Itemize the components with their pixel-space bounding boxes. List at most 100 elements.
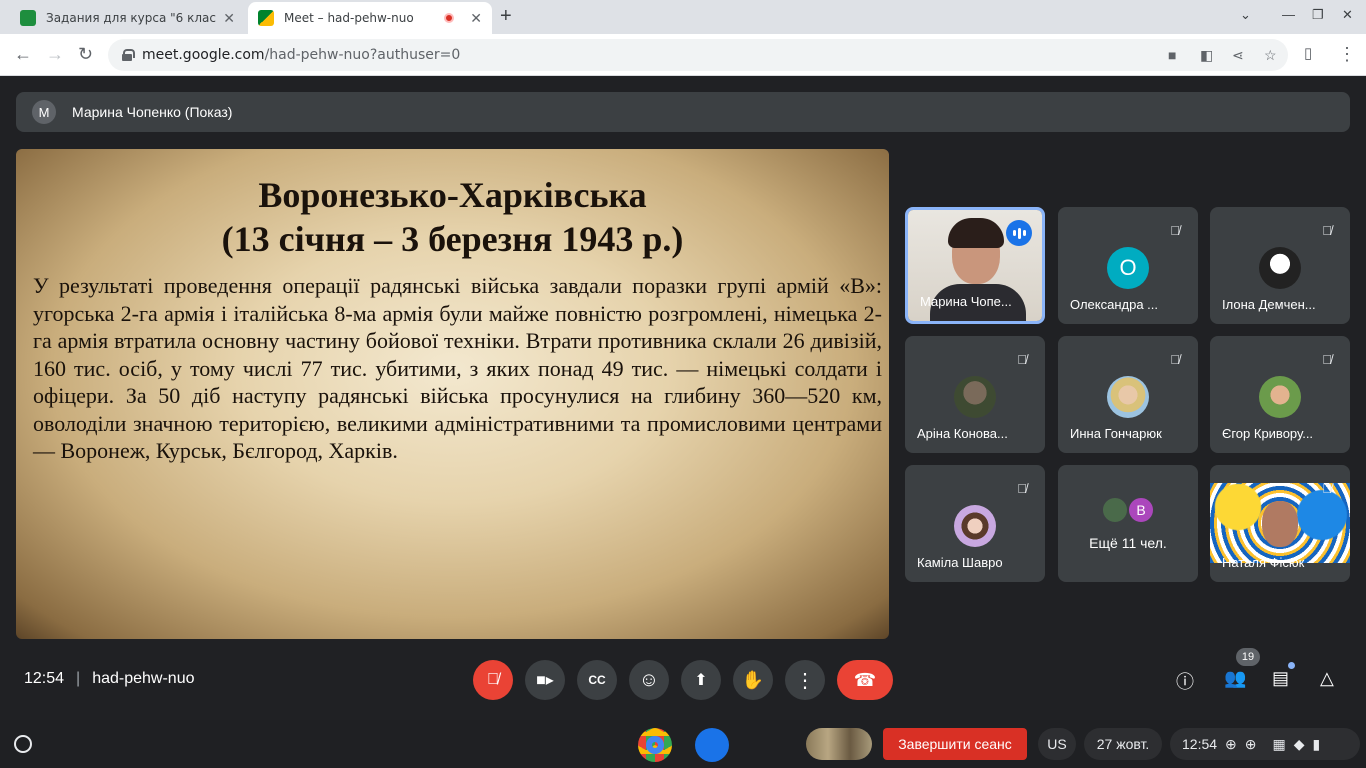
participant-name: Каміла Шавро xyxy=(917,555,1003,570)
close-icon[interactable]: ✕ xyxy=(470,10,482,27)
new-tab-button[interactable]: + xyxy=(500,5,512,28)
mic-off-button[interactable]: 🎙̸ xyxy=(473,660,513,700)
minimize-icon[interactable]: — xyxy=(1282,7,1295,22)
participant-tile[interactable]: 🎙̸ Наталя Фісюк xyxy=(1210,465,1350,582)
camera-button[interactable]: ■▸ xyxy=(525,660,565,700)
meeting-info: 12:54 | had-pehw-nuo xyxy=(24,670,195,688)
mic-off-icon: 🎙̸ xyxy=(1017,480,1027,496)
participant-tile[interactable]: 🎙̸ Ілона Демчен... xyxy=(1210,207,1350,324)
participant-tile[interactable]: Марина Чопе... xyxy=(905,207,1045,324)
mic-off-icon: 🎙̸ xyxy=(1322,222,1332,238)
present-button[interactable]: ⬆ xyxy=(681,660,721,700)
mic-off-icon: 🎙̸ xyxy=(1322,480,1332,496)
participant-tile-more[interactable]: В Ещё 11 чел. xyxy=(1058,465,1198,582)
slide-body: У результаті проведення операції радянсь… xyxy=(33,273,882,463)
tab-meet[interactable]: Meet – had-pehw-nuo ✕ xyxy=(248,2,492,34)
keyboard-layout[interactable]: US xyxy=(1038,728,1076,760)
avatar xyxy=(954,376,996,418)
reactions-button[interactable]: ☺ xyxy=(629,660,669,700)
share-icon[interactable]: ⋖ xyxy=(1232,47,1244,64)
captions-button[interactable]: CC xyxy=(577,660,617,700)
phone-hangup-icon: ☎ xyxy=(853,669,877,690)
classroom-icon xyxy=(20,10,36,26)
slide-title-line-2: (13 січня – 3 березня 1943 р.) xyxy=(221,219,684,259)
tote-thumbnails-icon[interactable] xyxy=(806,728,872,760)
activities-icon[interactable]: △ xyxy=(1320,668,1334,689)
avatar xyxy=(954,505,996,547)
forward-icon[interactable]: → xyxy=(46,44,64,65)
clock: 12:54 xyxy=(1182,736,1218,752)
participant-name: Ілона Демчен... xyxy=(1222,297,1316,312)
files-icon[interactable] xyxy=(695,728,729,762)
wifi-icon: ◆ xyxy=(1293,735,1305,752)
slide-title: Воронезько-Харківська (13 січня – 3 бере… xyxy=(16,173,889,261)
presenter-bar: М Марина Чопенко (Показ) xyxy=(16,92,1350,132)
raise-hand-button[interactable]: ✋ xyxy=(733,660,773,700)
emoji-icon: ☺ xyxy=(638,668,660,691)
menu-icon[interactable]: ⋮ xyxy=(1338,44,1356,65)
people-icon[interactable]: 👥 xyxy=(1224,668,1246,689)
captions-icon: CC xyxy=(588,673,606,687)
browser-tab-strip: Задания для курса "6 клас 202 ✕ Meet – h… xyxy=(0,0,1366,34)
avatar xyxy=(1259,247,1301,289)
participant-name: Марина Чопе... xyxy=(920,294,1012,309)
address-bar[interactable]: meet.google.com/had-pehw-nuo?authuser=0 … xyxy=(108,39,1288,71)
presenter-name: Марина Чопенко (Показ) xyxy=(72,104,233,120)
participant-name: Олександра ... xyxy=(1070,297,1159,312)
person-face xyxy=(1262,501,1298,547)
hand-icon: ✋ xyxy=(741,669,765,690)
mic-off-icon: 🎙̸ xyxy=(1322,351,1332,367)
person-hair xyxy=(948,218,1004,248)
enterprise-icon: ▦ xyxy=(1272,735,1286,752)
avatar: В xyxy=(1127,496,1155,524)
mic-off-icon: 🎙̸ xyxy=(1170,222,1180,238)
camera-icon: ■▸ xyxy=(536,672,554,689)
add-circle-icon: ⊕ xyxy=(1225,735,1237,752)
restore-icon[interactable]: ❐ xyxy=(1312,7,1324,23)
translate-icon[interactable]: ◧ xyxy=(1200,47,1213,64)
chat-notification-dot xyxy=(1288,662,1295,669)
launcher-icon[interactable] xyxy=(14,735,32,753)
reload-icon[interactable]: ↻ xyxy=(78,44,93,65)
present-screen-icon: ⬆ xyxy=(694,672,708,689)
shared-screen: Воронезько-Харківська (13 січня – 3 бере… xyxy=(16,149,889,639)
slide-title-line-1: Воронезько-Харківська xyxy=(258,175,647,215)
participant-name: Аріна Конова... xyxy=(917,426,1008,441)
participant-tile[interactable]: 🎙̸ О Олександра ... xyxy=(1058,207,1198,324)
info-icon[interactable]: ⓘ xyxy=(1176,668,1194,694)
side-panel-icon[interactable]: ▯ xyxy=(1304,44,1312,62)
speaking-indicator-icon xyxy=(1006,220,1032,246)
more-participants-label: Ещё 11 чел. xyxy=(1089,535,1167,551)
participant-tile[interactable]: 🎙̸ Єгор Кривору... xyxy=(1210,336,1350,453)
tab-title: Meet – had-pehw-nuo xyxy=(284,11,414,25)
participant-name: Єгор Кривору... xyxy=(1222,426,1314,441)
more-options-button[interactable]: ⋮ xyxy=(785,660,825,700)
lock-icon xyxy=(122,49,135,61)
participant-tile[interactable]: 🎙̸ Аріна Конова... xyxy=(905,336,1045,453)
camera-icon[interactable]: ■ xyxy=(1168,47,1176,63)
chevron-down-icon[interactable]: ⌄ xyxy=(1240,7,1251,23)
participant-name: Инна Гончарюк xyxy=(1070,426,1162,441)
recording-icon xyxy=(444,13,455,23)
date-tray[interactable]: 27 жовт. xyxy=(1084,728,1162,760)
tab-classroom[interactable]: Задания для курса "6 клас 202 ✕ xyxy=(10,2,245,34)
back-icon[interactable]: ← xyxy=(14,44,32,65)
meeting-code[interactable]: had-pehw-nuo xyxy=(92,670,194,688)
avatar xyxy=(1101,496,1129,524)
chrome-icon[interactable] xyxy=(638,728,672,762)
participant-count-badge: 19 xyxy=(1236,648,1260,666)
close-icon[interactable]: ✕ xyxy=(223,10,235,27)
mic-off-icon: 🎙̸ xyxy=(1170,351,1180,367)
battery-icon: ▮ xyxy=(1312,735,1321,752)
star-icon[interactable]: ☆ xyxy=(1264,47,1277,64)
meet-icon xyxy=(258,10,274,26)
leave-call-button[interactable]: ☎ xyxy=(837,660,893,700)
chat-icon[interactable]: ▤ xyxy=(1272,668,1289,689)
participant-tile[interactable]: 🎙̸ Каміла Шавро xyxy=(905,465,1045,582)
tab-title: Задания для курса "6 клас 202 xyxy=(46,11,217,25)
participant-tile[interactable]: 🎙̸ Инна Гончарюк xyxy=(1058,336,1198,453)
close-window-icon[interactable]: ✕ xyxy=(1342,7,1353,23)
status-tray[interactable]: 12:54 ⊕ ⊕ ▦ ◆ ▮ xyxy=(1170,728,1360,760)
end-session-button[interactable]: Завершити сеанс xyxy=(883,728,1027,760)
avatar xyxy=(1107,376,1149,418)
